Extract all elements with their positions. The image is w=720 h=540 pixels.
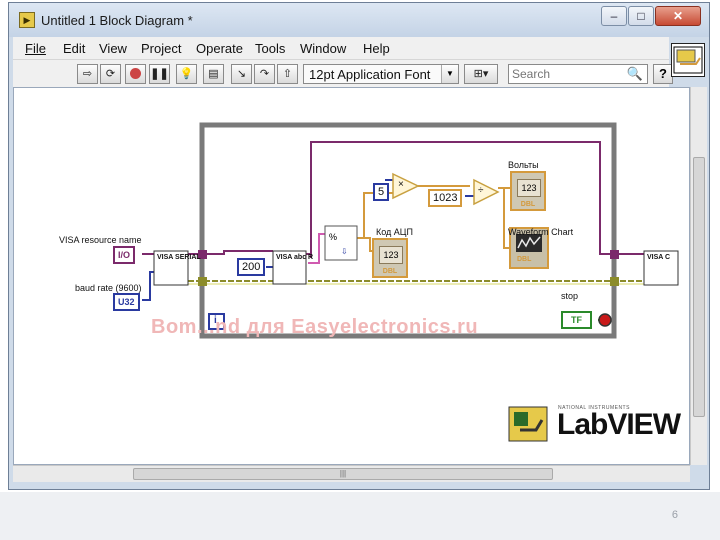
font-select-value: 12pt Application Font [309, 67, 431, 82]
error-tunnel-in [198, 277, 207, 286]
window-title: Untitled 1 Block Diagram * [41, 13, 193, 28]
adc-value: 123 [379, 246, 403, 264]
visa-resource-constant[interactable]: I/O [113, 246, 136, 264]
context-help-button[interactable]: ? [653, 64, 673, 84]
labview-logo-icon [508, 406, 548, 442]
multiply-symbol: × [398, 179, 404, 190]
visa-read-label: VISA abc R [276, 254, 314, 261]
app-icon: ▶ [19, 12, 35, 28]
search-box[interactable]: 🔍 [508, 64, 648, 84]
retain-wire-values-icon[interactable]: ▤ [203, 64, 224, 84]
pause-icon[interactable]: ❚❚ [149, 64, 170, 84]
visa-resource-label: VISA resource name [59, 235, 142, 245]
adc-indicator[interactable]: 123 DBL [372, 238, 408, 278]
menu-help[interactable]: Help [363, 41, 390, 56]
menu-project[interactable]: Project [141, 41, 181, 56]
run-continuously-icon[interactable]: ⟳ [100, 64, 121, 84]
menu-view[interactable]: View [99, 41, 127, 56]
visa-close-label: VISA C [647, 254, 671, 261]
stop-label: stop [561, 291, 579, 301]
menu-file-label: File [25, 41, 46, 56]
menu-project-label: Project [141, 41, 182, 56]
font-select[interactable]: 12pt Application Font ▼ [303, 64, 459, 84]
vertical-scroll-thumb[interactable] [693, 157, 705, 417]
volts-label: Вольты [508, 160, 539, 170]
watermark: Bom...nd для Easyelectronics.ru [151, 316, 479, 338]
title-bar[interactable]: ▶ Untitled 1 Block Diagram * – □ ✕ [9, 3, 709, 37]
vertical-scrollbar[interactable] [690, 87, 707, 465]
menu-edit-label: Edit [63, 41, 86, 56]
adc-label: Код АЦП [376, 227, 413, 237]
menu-operate-label: Operate [196, 41, 243, 56]
horizontal-scrollbar[interactable]: ||| [13, 465, 690, 482]
menu-view-label: View [99, 41, 127, 56]
highlight-execution-icon[interactable]: 💡 [176, 64, 197, 84]
slide-number: 6 [671, 509, 678, 521]
chevron-down-icon: ▼ [441, 65, 458, 83]
error-tunnel-out [610, 277, 619, 286]
baud-wire [142, 271, 154, 301]
vi-icon[interactable] [671, 43, 705, 77]
logo-brand: LabVIEW [557, 408, 681, 441]
minimize-button[interactable]: – [601, 6, 627, 26]
adc-type: DBL [382, 268, 398, 275]
divide-symbol: ÷ [478, 185, 484, 196]
search-icon[interactable]: 🔍 [627, 66, 643, 82]
toolbar: ⇨ ⟳ ❚❚ 💡 ▤ ↘ ↷ ⇧ 12pt Application Font ▼… [13, 59, 673, 88]
bytes-to-read-constant[interactable]: 200 [237, 258, 266, 276]
close-button[interactable]: ✕ [655, 6, 701, 26]
menu-file[interactable]: File [25, 41, 46, 56]
menu-operate[interactable]: Operate [196, 41, 243, 56]
multiply-node [392, 172, 420, 200]
step-into-icon[interactable]: ↘ [231, 64, 252, 84]
divisor-constant[interactable]: 1023 [428, 189, 463, 207]
menu-help-label: Help [363, 41, 390, 56]
labview-window: ▶ Untitled 1 Block Diagram * – □ ✕ File … [8, 2, 710, 490]
search-input[interactable] [512, 66, 622, 82]
menu-tools[interactable]: Tools [255, 41, 285, 56]
volts-value: 123 [517, 179, 541, 197]
menu-tools-label: Tools [255, 41, 286, 56]
step-over-icon[interactable]: ↷ [254, 64, 275, 84]
maximize-button[interactable]: □ [628, 6, 654, 26]
visa-tunnel-out [610, 250, 619, 259]
stop-control[interactable]: TF [561, 311, 592, 329]
multiplier-constant[interactable]: 5 [373, 183, 390, 201]
step-out-icon[interactable]: ⇧ [277, 64, 298, 84]
run-icon[interactable]: ⇨ [77, 64, 98, 84]
visa-configure-label: VISA SERIAL [157, 254, 201, 261]
stop-terminal [598, 313, 612, 327]
volts-indicator[interactable]: 123 DBL [510, 171, 546, 211]
menu-window-label: Window [300, 41, 347, 56]
baud-rate-constant[interactable]: U32 [113, 293, 140, 311]
slide-footer [0, 492, 720, 540]
menu-bar: File Edit View Project Operate Tools Win… [13, 37, 669, 59]
menu-edit[interactable]: Edit [63, 41, 85, 56]
svg-text:%: % [329, 232, 337, 242]
waveform-chart-label: Waveform Chart [508, 227, 574, 237]
baud-rate-label: baud rate (9600) [75, 283, 142, 293]
horizontal-scroll-thumb[interactable]: ||| [133, 468, 553, 480]
menu-window[interactable]: Window [300, 41, 346, 56]
align-objects-icon[interactable]: ⊞▾ [464, 64, 498, 84]
volts-type: DBL [520, 201, 536, 208]
abort-icon[interactable] [125, 64, 146, 84]
svg-text:⇩: ⇩ [341, 247, 348, 256]
block-diagram-canvas[interactable]: % ⇩ VISA resource name I/O baud rate (96… [13, 87, 690, 465]
waveform-chart-type: DBL [517, 256, 532, 263]
